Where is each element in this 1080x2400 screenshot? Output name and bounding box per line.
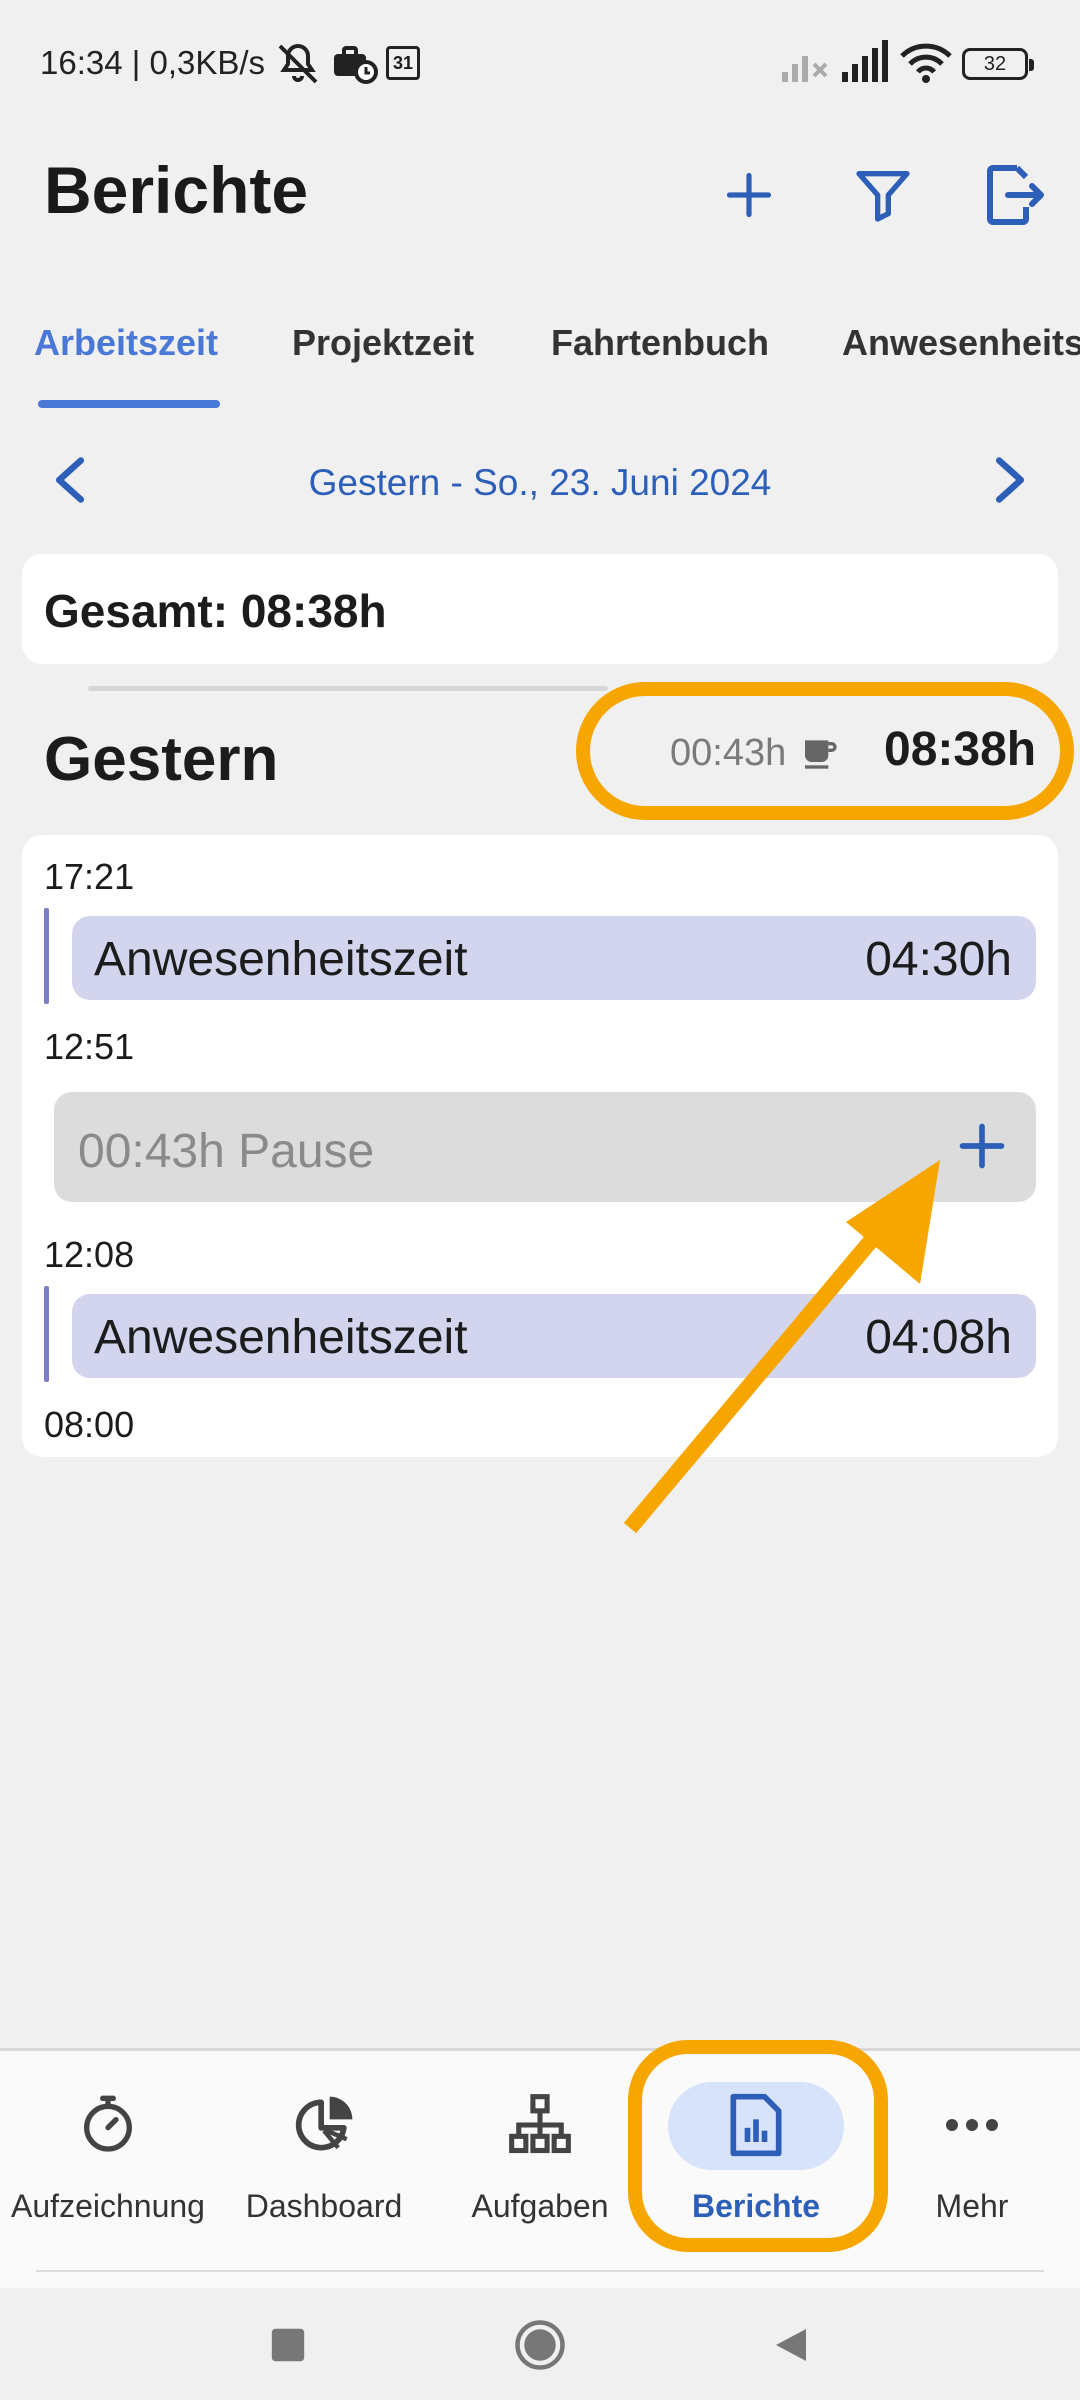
stopwatch-icon: [84, 2095, 132, 2152]
status-bar: 16:34 | 0,3KB/s 31 32: [0, 0, 1080, 130]
status-time: 16:34 | 0,3KB/s: [40, 44, 266, 81]
day-title: Gestern: [44, 725, 279, 794]
battery-icon: 32: [962, 48, 1034, 80]
filter-button[interactable]: [838, 150, 928, 240]
annotation-arrow: [623, 1160, 940, 1534]
entry-line: [44, 908, 49, 1004]
calendar-31-icon: 31: [386, 46, 420, 80]
tab-bar: Arbeitszeit Projektzeit Fahrtenbuch Anwe…: [0, 300, 1080, 410]
day-total-duration: 08:38h: [884, 723, 1037, 776]
day-pause-duration: 00:43h: [670, 732, 787, 774]
total-text: Gesamt: 08:38h: [44, 585, 387, 637]
next-day-button[interactable]: [970, 440, 1050, 520]
divider: [36, 2270, 1044, 2272]
home-button[interactable]: [500, 2305, 580, 2385]
entry-line: [44, 1286, 49, 1382]
back-triangle-icon: [776, 2329, 806, 2361]
more-icon: [946, 2119, 998, 2131]
nav-label: Aufgaben: [471, 2188, 609, 2224]
pie-chart-icon: [295, 2096, 353, 2151]
export-icon: [987, 165, 1044, 225]
coffee-cup-icon: [805, 740, 837, 769]
entry-label: Anwesenheitszeit: [94, 933, 468, 986]
page-title: Berichte: [44, 153, 309, 227]
add-icon: [726, 172, 772, 218]
wifi-icon: [900, 43, 952, 83]
tab-indicator: [38, 400, 220, 408]
square-icon: [271, 2328, 305, 2362]
tab-arbeitszeit[interactable]: Arbeitszeit: [34, 322, 218, 364]
signal-icon: [842, 40, 888, 82]
nav-dashboard[interactable]: Dashboard: [216, 2080, 432, 2225]
nav-aufgaben[interactable]: Aufgaben: [432, 2080, 648, 2225]
date-label[interactable]: Gestern - So., 23. Juni 2024: [0, 462, 1080, 504]
nav-label: Mehr: [935, 2188, 1009, 2224]
entry-duration: 04:30h: [865, 933, 1012, 986]
time-mark: 12:08: [44, 1234, 135, 1275]
tab-anwesenheit[interactable]: Anwesenheits: [842, 322, 1080, 364]
time-mark: 17:21: [44, 856, 135, 897]
add-icon: [959, 1123, 1005, 1169]
export-button[interactable]: [966, 150, 1056, 240]
home-circle-icon: [515, 2320, 565, 2370]
chevron-right-icon: [995, 457, 1025, 503]
divider: [88, 686, 608, 691]
time-mark: 08:00: [44, 1404, 135, 1445]
mute-icon: [278, 43, 318, 84]
briefcase-clock-icon: [334, 46, 378, 84]
tab-projektzeit[interactable]: Projektzeit: [292, 322, 474, 364]
nav-aufzeichnung[interactable]: Aufzeichnung: [0, 2080, 216, 2225]
entry-label: Anwesenheitszeit: [94, 1311, 468, 1364]
signal-off-icon: [782, 56, 828, 82]
pause-label: 00:43h Pause: [78, 1125, 375, 1178]
nav-highlight: [628, 2040, 888, 2252]
nav-mehr[interactable]: Mehr: [864, 2080, 1080, 2225]
recent-apps-button[interactable]: [248, 2305, 328, 2385]
hierarchy-icon: [509, 2094, 571, 2154]
nav-label: Dashboard: [245, 2188, 403, 2224]
back-button[interactable]: [750, 2305, 830, 2385]
add-button[interactable]: [704, 150, 794, 240]
filter-icon: [856, 171, 910, 222]
tab-fahrtenbuch[interactable]: Fahrtenbuch: [551, 322, 769, 364]
time-mark: 12:51: [44, 1026, 135, 1067]
nav-label: Aufzeichnung: [11, 2188, 205, 2224]
